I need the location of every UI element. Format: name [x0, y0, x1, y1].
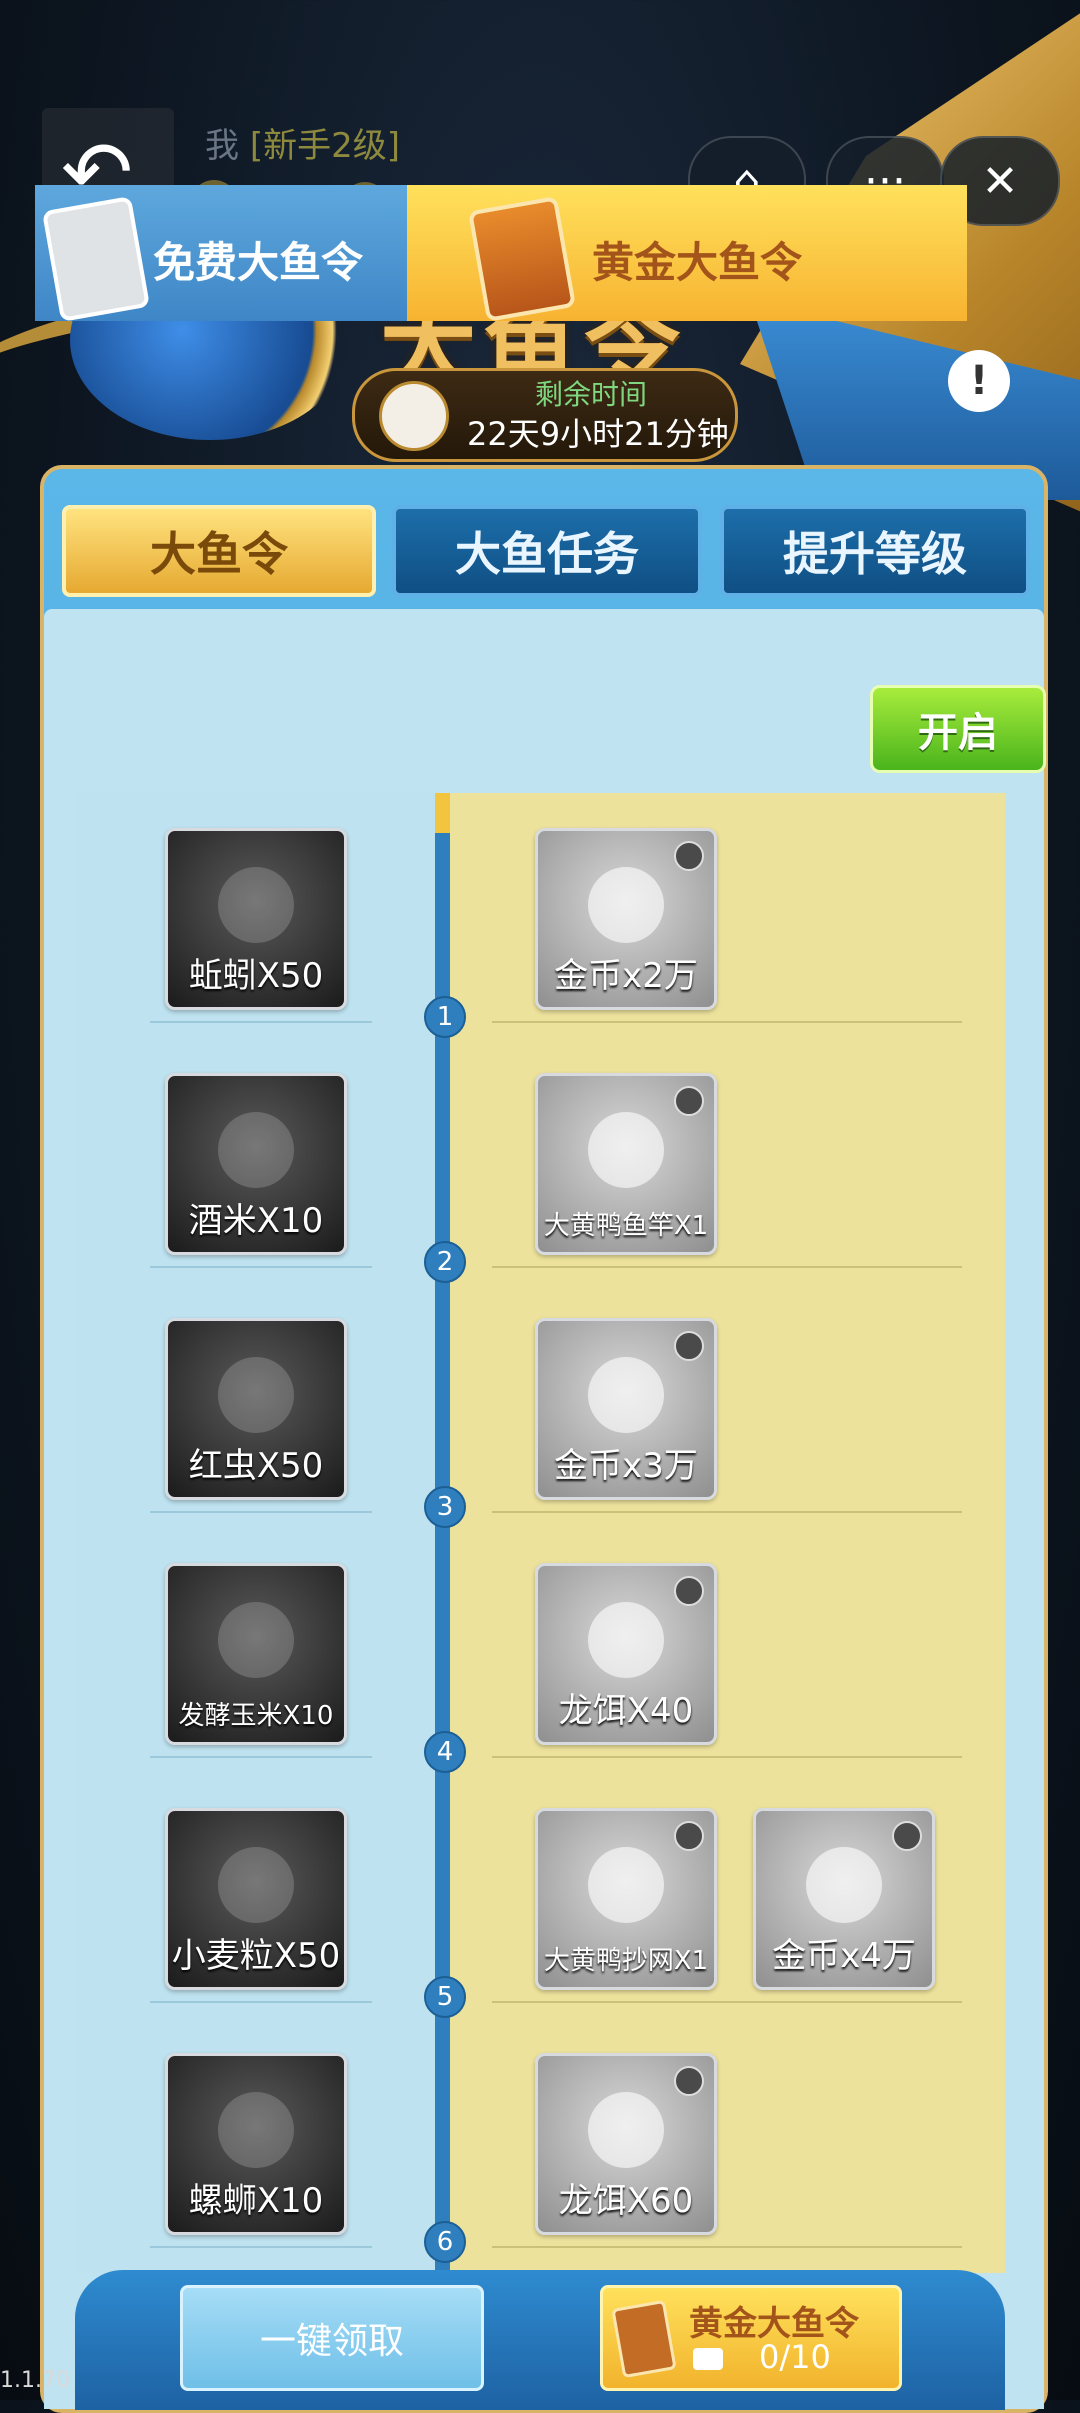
divider: [150, 2001, 372, 2003]
gold-reward-item[interactable]: 大黄鸭鱼竿X1: [535, 1073, 717, 1255]
level-marker: 1: [424, 996, 466, 1038]
lock-icon: [892, 1821, 922, 1851]
gold-reward-item[interactable]: 龙饵X60: [535, 2053, 717, 2235]
divider: [150, 1021, 372, 1023]
gold-pass-header: 黄金大鱼令: [407, 185, 967, 322]
reward-label: 金币x4万: [772, 1936, 916, 1976]
claim-all-button[interactable]: 一键领取: [180, 2285, 484, 2391]
free-reward-item[interactable]: 小麦粒X50: [165, 1808, 347, 1990]
bait-bag-icon: [588, 2092, 664, 2168]
tab-level-up[interactable]: 提升等级: [720, 505, 1030, 597]
info-icon: !: [969, 358, 989, 404]
gold-reward-item[interactable]: 金币x4万: [753, 1808, 935, 1990]
wheat-grains-icon: [218, 1847, 294, 1923]
reward-row: 螺蛳X10 龙饵X60 6: [75, 2018, 1005, 2263]
bottle-icon: [218, 1112, 294, 1188]
reward-label: 大黄鸭抄网X1: [543, 1946, 709, 1976]
bloodworm-icon: [218, 1357, 294, 1433]
reward-label: 金币x2万: [554, 956, 698, 996]
reward-label: 酒米X10: [188, 1201, 324, 1241]
reward-label: 红虫X50: [188, 1446, 324, 1486]
fishing-rod-icon: [588, 1112, 664, 1188]
timer-label: 剩余时间: [535, 378, 648, 411]
gold-pass-label: 黄金大鱼令: [592, 238, 803, 287]
level-marker: 4: [424, 1731, 466, 1773]
free-pass-header: 免费大鱼令: [35, 185, 407, 322]
level-marker: 5: [424, 1976, 466, 2018]
user-level: [新手2级]: [249, 126, 400, 166]
free-reward-item[interactable]: 发酵玉米X10: [165, 1563, 347, 1745]
reward-row: 小麦粒X50 大黄鸭抄网X1 金币x4万 5: [75, 1773, 1005, 2018]
lock-icon: [674, 841, 704, 871]
free-reward-item[interactable]: 酒米X10: [165, 1073, 347, 1255]
divider: [492, 1511, 962, 1513]
bait-bag-icon: [588, 1602, 664, 1678]
level-marker: 2: [424, 1241, 466, 1283]
divider: [492, 1021, 962, 1023]
jar-icon: [218, 1602, 294, 1678]
reward-label: 金币x3万: [554, 1446, 698, 1486]
gold-card-icon: [467, 196, 577, 322]
lock-icon: [674, 2066, 704, 2096]
lock-icon: [674, 1821, 704, 1851]
gold-reward-item[interactable]: 龙饵X40: [535, 1563, 717, 1745]
reward-row: 红虫X50 金币x3万 3: [75, 1283, 1005, 1528]
user-name: 我 [新手2级]: [205, 118, 400, 167]
reward-label: 蚯蚓X50: [188, 956, 324, 996]
silver-card-icon: [41, 196, 151, 322]
level-marker: 6: [424, 2221, 466, 2263]
clock-icon: [379, 381, 449, 451]
divider: [150, 1511, 372, 1513]
coins-icon: [588, 1357, 664, 1433]
divider: [492, 2001, 962, 2003]
reward-label: 小麦粒X50: [171, 1936, 341, 1976]
user-name-text: 我: [205, 126, 239, 166]
tab-big-fish-pass[interactable]: 大鱼令: [62, 505, 376, 597]
level-marker: 3: [424, 1486, 466, 1528]
gold-reward-item[interactable]: 大黄鸭抄网X1: [535, 1808, 717, 1990]
reward-row: 酒米X10 大黄鸭鱼竿X1 2: [75, 1038, 1005, 1283]
free-reward-item[interactable]: 红虫X50: [165, 1318, 347, 1500]
landing-net-icon: [588, 1847, 664, 1923]
gold-reward-item[interactable]: 金币x2万: [535, 828, 717, 1010]
coins-icon: [588, 867, 664, 943]
divider: [492, 2246, 962, 2248]
video-count: 0/10: [759, 2338, 831, 2376]
version-text: 1.1.70: [0, 2368, 70, 2393]
gold-card-icon: [611, 2299, 677, 2379]
earthworm-icon: [218, 867, 294, 943]
divider: [150, 1266, 372, 1268]
gold-reward-item[interactable]: 金币x3万: [535, 1318, 717, 1500]
reward-label: 发酵玉米X10: [178, 1701, 334, 1731]
open-gold-pass-button[interactable]: 开启: [870, 685, 1046, 773]
reward-label: 龙饵X40: [558, 1691, 694, 1731]
divider: [492, 1266, 962, 1268]
buy-gold-pass-button[interactable]: 黄金大鱼令 0/10: [600, 2285, 902, 2391]
video-icon: [693, 2348, 723, 2370]
reward-label: 螺蛳X10: [188, 2181, 324, 2221]
free-pass-label: 免费大鱼令: [153, 238, 364, 287]
reward-list[interactable]: 蚯蚓X50 金币x2万 1 酒米X10 大黄鸭鱼竿X1 2 红虫X50 金币x3…: [75, 793, 1005, 2273]
free-reward-item[interactable]: 螺蛳X10: [165, 2053, 347, 2235]
lock-icon: [674, 1331, 704, 1361]
lock-icon: [674, 1086, 704, 1116]
coins-icon: [806, 1847, 882, 1923]
reward-row: 发酵玉米X10 龙饵X40 4: [75, 1528, 1005, 1773]
divider: [150, 2246, 372, 2248]
reward-row: 蚯蚓X50 金币x2万 1: [75, 793, 1005, 1038]
free-reward-item[interactable]: 蚯蚓X50: [165, 828, 347, 1010]
reward-label: 龙饵X60: [558, 2181, 694, 2221]
timer-value: 22天9小时21分钟: [467, 415, 729, 453]
reward-label: 大黄鸭鱼竿X1: [543, 1211, 709, 1241]
info-button[interactable]: !: [948, 350, 1010, 412]
divider: [492, 1756, 962, 1758]
remaining-time-box: 剩余时间 22天9小时21分钟: [352, 368, 738, 462]
lock-icon: [674, 1576, 704, 1606]
close-icon: ✕: [981, 155, 1019, 207]
divider: [150, 1756, 372, 1758]
tab-big-fish-tasks[interactable]: 大鱼任务: [392, 505, 702, 597]
snail-pack-icon: [218, 2092, 294, 2168]
